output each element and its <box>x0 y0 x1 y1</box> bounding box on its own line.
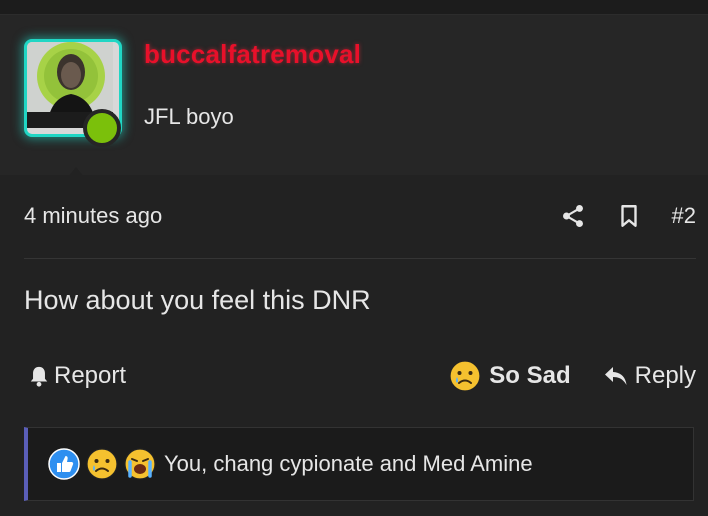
bell-icon <box>30 366 48 387</box>
like-icon <box>48 448 80 480</box>
post-timestamp[interactable]: 4 minutes ago <box>24 203 162 229</box>
post-message: How about you feel this DNR <box>24 285 371 315</box>
post-footer: Report So Sad Reply <box>28 354 696 398</box>
online-status-dot <box>83 109 121 147</box>
reactions-bar[interactable]: You, chang cypionate and Med Amine <box>24 427 694 501</box>
user-block: buccalfatremoval JFL boyo <box>0 15 708 189</box>
post-meta-actions: #2 <box>560 203 696 229</box>
reply-icon <box>604 367 627 385</box>
divider <box>24 258 696 259</box>
user-block-arrow <box>58 167 94 189</box>
report-button[interactable]: Report <box>28 362 126 390</box>
reaction-button[interactable]: So Sad <box>449 360 571 392</box>
sad-icon <box>86 448 118 480</box>
post-number-link[interactable]: #2 <box>672 203 696 229</box>
reply-button[interactable]: Reply <box>603 362 696 390</box>
crying-icon <box>124 448 156 480</box>
reactions-summary[interactable]: You, chang cypionate and Med Amine <box>164 451 533 477</box>
report-label: Report <box>54 362 127 389</box>
reaction-label: So Sad <box>489 362 571 389</box>
username-link[interactable]: buccalfatremoval <box>144 39 361 70</box>
post-meta: 4 minutes ago #2 <box>24 194 696 238</box>
user-title: JFL boyo <box>144 104 234 129</box>
share-icon[interactable] <box>560 203 586 229</box>
post-actions: So Sad Reply <box>449 360 696 392</box>
bookmark-icon[interactable] <box>616 203 642 229</box>
top-strip <box>0 0 708 15</box>
reply-label: Reply <box>634 362 696 389</box>
sad-icon <box>449 360 481 392</box>
